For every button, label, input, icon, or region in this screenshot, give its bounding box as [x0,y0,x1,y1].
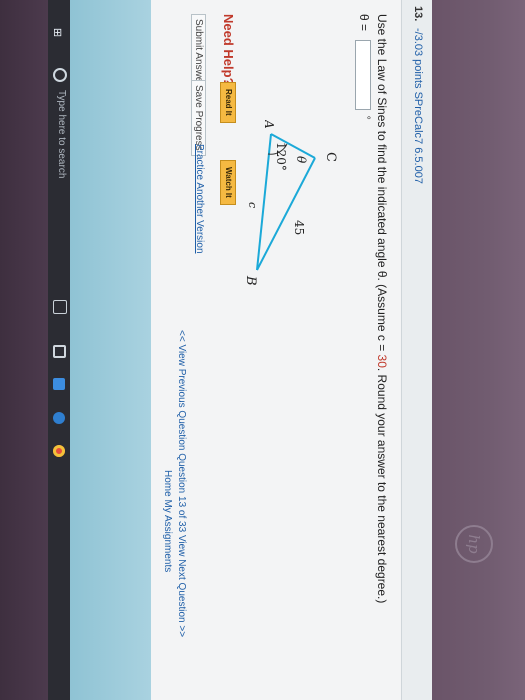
answer-label: θ = [356,14,371,32]
laptop-bezel [432,0,525,700]
triangle-side-cb [256,157,316,271]
side-45-label: 45 [292,220,306,235]
question-header: 13. -/3.03 points SPreCalc7 6.5.007 [401,0,432,700]
chrome-icon[interactable] [53,445,65,457]
answer-input[interactable] [355,40,371,111]
theta-label: θ [294,156,308,164]
vertex-b-label: B [245,275,258,286]
question-prompt: Use the Law of Sines to find the indicat… [375,14,389,603]
prompt-text-start: Use the Law of Sines to find the indicat… [375,14,389,355]
home-assignments-link[interactable]: Home My Assignments [162,470,173,572]
answer-row: θ = ° [355,14,371,120]
page-footer-band [70,0,151,700]
windows-start-icon[interactable]: ⊞ [53,28,62,39]
question-navigation[interactable]: << View Previous Question Question 13 of… [176,330,187,637]
vertex-c-label: C [323,152,338,162]
task-view-icon[interactable] [53,345,66,358]
store-icon[interactable] [53,378,65,390]
read-it-button[interactable]: Read It [220,82,236,123]
question-points[interactable]: -/3.03 points SPreCalc7 6.5.007 [412,28,424,184]
windows-taskbar: ⊞ Type here to search [48,0,71,700]
hp-logo: hp [455,525,493,563]
prompt-text-end: . Round your answer to the nearest degre… [375,367,389,604]
need-help-label: Need Help? [221,14,236,86]
triangle-figure: C A B θ 120° 45 c [245,120,338,286]
question-page: 13. -/3.03 points SPreCalc7 6.5.007 Use … [70,0,432,700]
browser-icon[interactable] [53,412,65,424]
practice-another-version-link[interactable]: Practice Another Version [193,140,206,258]
cortana-icon[interactable] [53,68,67,82]
taskbar-search-input[interactable]: Type here to search [51,90,67,210]
microphone-icon[interactable] [53,300,67,314]
question-number: 13. [412,6,424,22]
angle-120-label: 120° [274,142,288,171]
side-c-label: c [246,202,259,208]
vertex-a-label: A [262,120,276,129]
desk-background [0,0,48,700]
browser-screen: 13. -/3.03 points SPreCalc7 6.5.007 Use … [70,0,432,700]
degree-symbol: ° [360,115,371,120]
prompt-c-value: 30 [375,354,389,368]
watch-it-button[interactable]: Watch It [220,160,236,205]
question-body: Use the Law of Sines to find the indicat… [70,0,401,700]
